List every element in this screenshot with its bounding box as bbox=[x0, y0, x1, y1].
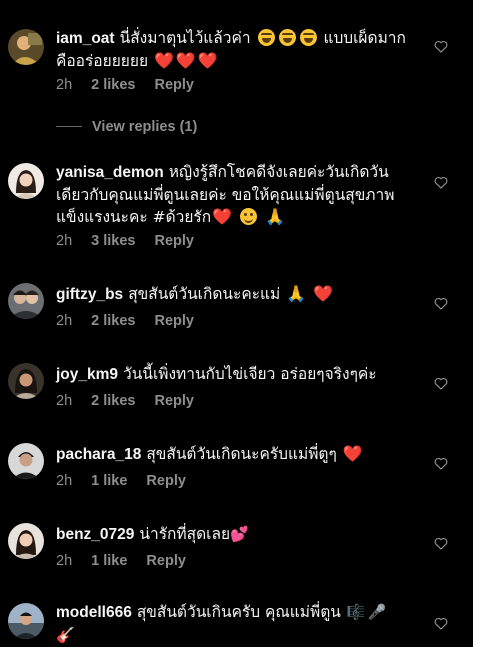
avatar[interactable] bbox=[8, 603, 44, 639]
avatar[interactable] bbox=[8, 363, 44, 399]
folded-hands-icon: 🙏 bbox=[264, 207, 285, 226]
comment-meta: 2h 2 likes Reply bbox=[56, 391, 213, 411]
comment-username[interactable]: pachara_18 bbox=[56, 446, 141, 463]
comment-text: giftzy_bs สุขสันต์วันเกิดนะคะแม่ 🙏 ❤️ bbox=[56, 283, 406, 306]
reply-button[interactable]: Reply bbox=[154, 233, 194, 249]
comment-username[interactable]: iam_oat bbox=[56, 30, 115, 47]
comment-username[interactable]: modell666 bbox=[56, 604, 132, 621]
red-heart-icon: ❤️ bbox=[153, 51, 174, 70]
sparkling-heart-icon: 💕 bbox=[230, 525, 249, 543]
reply-button[interactable]: Reply bbox=[154, 393, 194, 409]
comment-meta: 2h 1 like Reply bbox=[56, 471, 205, 491]
comment-username[interactable]: giftzy_bs bbox=[56, 286, 123, 303]
like-heart-icon[interactable] bbox=[434, 40, 448, 53]
comment-time: 2h bbox=[56, 553, 73, 569]
laughing-face-icon bbox=[278, 29, 296, 46]
view-replies-label: View replies (1) bbox=[92, 119, 198, 135]
comment-username[interactable]: joy_km9 bbox=[56, 366, 118, 383]
red-heart-icon: ❤️ bbox=[212, 207, 233, 226]
musical-score-icon: 🎼 bbox=[346, 603, 366, 621]
laughing-face-icon bbox=[299, 29, 317, 46]
comment-body: วันนี้เพิ่งทานกับไข่เจียว อร่อยๆจริงๆค่ะ bbox=[123, 365, 377, 383]
reply-button[interactable]: Reply bbox=[154, 313, 194, 329]
comment-body: แบบเผ็ดมาก bbox=[323, 29, 406, 47]
comment-meta: 2h 1 like Reply bbox=[56, 551, 205, 571]
comment-text: joy_km9 วันนี้เพิ่งทานกับไข่เจียว อร่อยๆจ… bbox=[56, 363, 406, 386]
comment-body: คืออร่อยยยยย bbox=[56, 52, 149, 70]
red-heart-icon: ❤️ bbox=[197, 51, 218, 70]
microphone-icon: 🎤 bbox=[367, 603, 387, 621]
likes-count[interactable]: 2 likes bbox=[91, 77, 135, 93]
likes-count[interactable]: 2 likes bbox=[91, 393, 135, 409]
likes-count[interactable]: 1 like bbox=[91, 553, 127, 569]
comment-text: pachara_18 สุขสันต์วันเกิดนะครับแม่พี่ตูๆ… bbox=[56, 443, 406, 466]
comment-body: น่ารักที่สุดเลย bbox=[139, 525, 231, 543]
like-heart-icon[interactable] bbox=[434, 377, 448, 390]
comment-meta: 2h 2 likes Reply bbox=[56, 75, 213, 95]
like-heart-icon[interactable] bbox=[434, 617, 448, 630]
comment-text: modell666 สุขสันต์วันเกินครับ คุณแม่พี่ตู… bbox=[56, 601, 406, 646]
avatar[interactable] bbox=[8, 283, 44, 319]
likes-count[interactable]: 1 like bbox=[91, 473, 127, 489]
avatar[interactable] bbox=[8, 163, 44, 199]
replies-divider bbox=[56, 125, 82, 127]
view-replies-button[interactable]: View replies (1) bbox=[56, 117, 197, 137]
comment-username[interactable]: benz_0729 bbox=[56, 526, 134, 543]
avatar[interactable] bbox=[8, 443, 44, 479]
like-heart-icon[interactable] bbox=[434, 537, 448, 550]
comment-time: 2h bbox=[56, 77, 73, 93]
comment-meta: 2h 2 likes Reply bbox=[56, 311, 213, 331]
comment-time: 2h bbox=[56, 233, 73, 249]
red-heart-icon: ❤️ bbox=[342, 444, 363, 463]
comment-time: 2h bbox=[56, 313, 73, 329]
avatar[interactable] bbox=[8, 29, 44, 65]
comment-meta: 2h 3 likes Reply bbox=[56, 231, 213, 251]
comment-text: iam_oat นี่สั่งมาตุนไว้แล้วค่า แบบเผ็ดมาก… bbox=[56, 27, 406, 72]
reply-button[interactable]: Reply bbox=[146, 473, 186, 489]
red-heart-icon: ❤️ bbox=[175, 51, 196, 70]
reply-button[interactable]: Reply bbox=[146, 553, 186, 569]
like-heart-icon[interactable] bbox=[434, 176, 448, 189]
likes-count[interactable]: 2 likes bbox=[91, 313, 135, 329]
comment-time: 2h bbox=[56, 473, 73, 489]
folded-hands-icon: 🙏 bbox=[286, 284, 307, 303]
comment-body: สุขสันต์วันเกิดนะคะแม่ bbox=[128, 285, 281, 303]
comment-text: yanisa_demon หญิงรู้สึกโชคดีจังเลยค่ะวันเ… bbox=[56, 161, 406, 228]
reply-button[interactable]: Reply bbox=[154, 77, 194, 93]
comment-body: สุขสันต์วันเกินครับ คุณแม่พี่ตูน bbox=[136, 603, 341, 621]
comments-screen: iam_oat นี่สั่งมาตุนไว้แล้วค่า แบบเผ็ดมาก… bbox=[0, 0, 473, 647]
comment-time: 2h bbox=[56, 393, 73, 409]
laughing-face-icon bbox=[257, 29, 275, 46]
comment-body: นี่สั่งมาตุนไว้แล้วค่า bbox=[119, 29, 251, 47]
like-heart-icon[interactable] bbox=[434, 297, 448, 310]
red-heart-icon: ❤️ bbox=[313, 284, 333, 303]
comment-body: สุขสันต์วันเกิดนะครับแม่พี่ตูๆ bbox=[146, 445, 337, 463]
likes-count[interactable]: 3 likes bbox=[91, 233, 135, 249]
avatar[interactable] bbox=[8, 523, 44, 559]
guitar-icon: 🎸 bbox=[56, 626, 75, 644]
like-heart-icon[interactable] bbox=[434, 457, 448, 470]
comment-text: benz_0729 น่ารักที่สุดเลย💕 bbox=[56, 523, 406, 546]
smiling-face-icon bbox=[240, 208, 257, 225]
comment-username[interactable]: yanisa_demon bbox=[56, 164, 164, 181]
